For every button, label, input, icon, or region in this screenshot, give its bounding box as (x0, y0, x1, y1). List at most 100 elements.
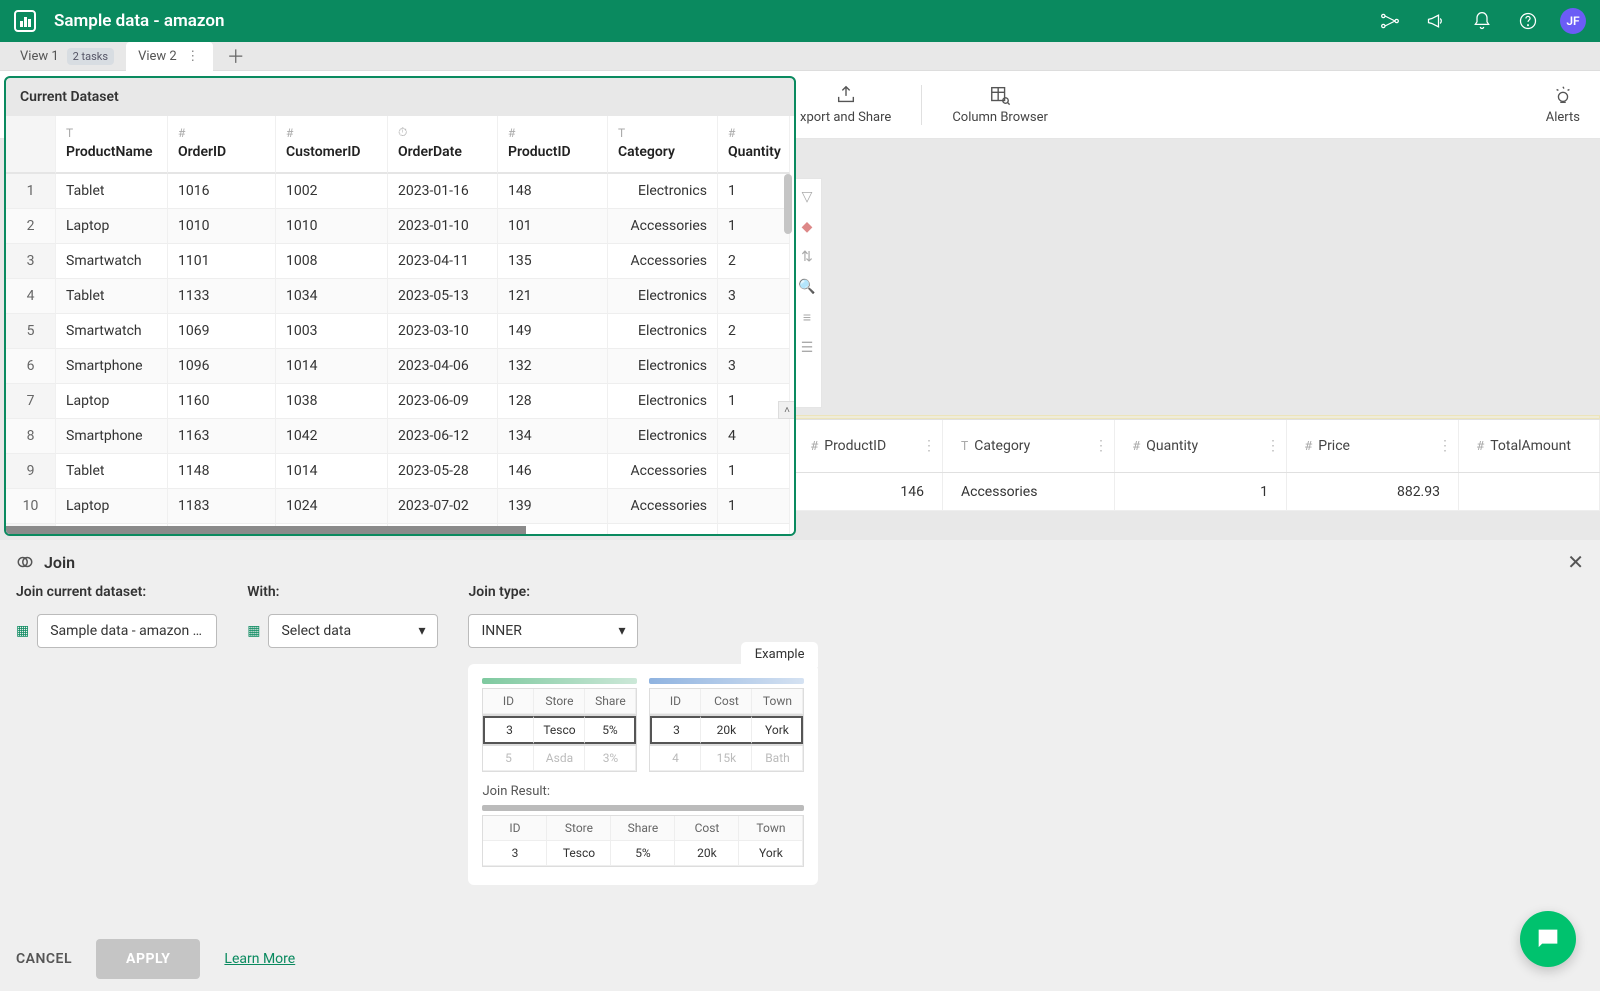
table-cell[interactable]: 101 (498, 209, 608, 244)
table-cell[interactable]: Electronics (608, 419, 718, 454)
kebab-icon[interactable]: ⋮ (1094, 438, 1108, 454)
table-cell[interactable]: 2023-07-02 (388, 489, 498, 524)
table-cell[interactable]: 1096 (168, 349, 276, 384)
column-header[interactable]: TProductName (56, 116, 168, 174)
scrollbar-horizontal[interactable] (6, 526, 526, 534)
table-cell[interactable]: 146 (498, 454, 608, 489)
table-cell[interactable]: 2023-05-13 (388, 279, 498, 314)
table-cell[interactable]: 1133 (168, 279, 276, 314)
column-header[interactable]: #ProductID (498, 116, 608, 174)
table-cell[interactable]: Smartphone (56, 419, 168, 454)
table-cell[interactable]: 132 (498, 349, 608, 384)
table-cell[interactable]: 128 (498, 384, 608, 419)
table-cell[interactable]: 2 (718, 244, 790, 279)
table-cell[interactable]: 1038 (276, 384, 388, 419)
column-header[interactable]: #OrderID (168, 116, 276, 174)
grid-cell[interactable]: 1 (1115, 473, 1287, 510)
megaphone-icon[interactable] (1422, 7, 1450, 35)
filter-icon[interactable]: ▽ (802, 189, 813, 205)
join-type-select[interactable]: INNER▾ (468, 614, 638, 648)
kebab-icon[interactable]: ⋮ (1438, 438, 1452, 454)
table-cell[interactable]: 1002 (276, 174, 388, 209)
column-header[interactable]: TCategory (608, 116, 718, 174)
table-cell[interactable]: 2023-01-10 (388, 209, 498, 244)
table-cell[interactable]: 139 (498, 489, 608, 524)
table-cell[interactable]: 1163 (168, 419, 276, 454)
table-cell[interactable]: 2023-01-16 (388, 174, 498, 209)
scrollbar-vertical[interactable] (784, 174, 792, 234)
col-quantity[interactable]: #Quantity⋮ (1115, 420, 1287, 472)
table-cell[interactable]: Electronics (608, 279, 718, 314)
row-number[interactable]: 4 (6, 279, 56, 314)
close-icon[interactable]: ✕ (1567, 550, 1584, 574)
table-cell[interactable]: 1014 (276, 349, 388, 384)
table-cell[interactable]: 2023-03-10 (388, 314, 498, 349)
logo-icon[interactable] (14, 10, 36, 32)
table-cell[interactable]: 2023-05-28 (388, 454, 498, 489)
table-cell[interactable]: Tablet (56, 279, 168, 314)
table-cell[interactable]: 1016 (168, 174, 276, 209)
row-number[interactable]: 6 (6, 349, 56, 384)
row-number[interactable]: 8 (6, 419, 56, 454)
row-number[interactable]: 1 (6, 174, 56, 209)
table-cell[interactable]: Smartwatch (56, 314, 168, 349)
table-cell[interactable]: 121 (498, 279, 608, 314)
table-cell[interactable]: Smartphone (56, 349, 168, 384)
row-number[interactable]: 9 (6, 454, 56, 489)
table-cell[interactable]: Accessories (608, 209, 718, 244)
export-share-button[interactable]: xport and Share (800, 84, 891, 125)
chevron-up-icon[interactable]: ˄ (778, 401, 796, 419)
column-header[interactable] (6, 116, 56, 174)
col-productid[interactable]: #ProductID⋮ (793, 420, 943, 472)
table-cell[interactable]: 1 (718, 454, 790, 489)
table-cell[interactable]: Laptop (56, 209, 168, 244)
table-cell[interactable]: Laptop (56, 384, 168, 419)
table-cell[interactable]: 1024 (276, 489, 388, 524)
table-cell[interactable]: 148 (498, 174, 608, 209)
table-cell[interactable]: 149 (498, 314, 608, 349)
table-cell[interactable]: 2023-04-11 (388, 244, 498, 279)
table-cell[interactable]: Accessories (608, 454, 718, 489)
row-number[interactable]: 2 (6, 209, 56, 244)
table-cell[interactable]: 1 (718, 489, 790, 524)
kebab-icon[interactable]: ⋮ (922, 438, 936, 454)
sort-icon[interactable]: ⇅ (801, 249, 813, 265)
col-price[interactable]: #Price⋮ (1287, 420, 1459, 472)
table-cell[interactable]: Accessories (608, 489, 718, 524)
help-icon[interactable] (1514, 7, 1542, 35)
table-cell[interactable]: 1148 (168, 454, 276, 489)
table-cell[interactable]: 3 (718, 279, 790, 314)
table-cell[interactable]: 1003 (276, 314, 388, 349)
table-cell[interactable]: 4 (718, 419, 790, 454)
color-icon[interactable]: ◆ (802, 219, 813, 235)
cancel-button[interactable]: CANCEL (16, 951, 72, 967)
table-cell[interactable]: 2023-06-12 (388, 419, 498, 454)
rows-icon[interactable]: ☰ (801, 340, 814, 356)
add-tab-button[interactable]: ＋ (213, 43, 259, 69)
table-cell[interactable]: Tablet (56, 454, 168, 489)
kebab-icon[interactable]: ⋮ (1266, 438, 1280, 454)
table-cell[interactable]: 1042 (276, 419, 388, 454)
table-cell[interactable]: Accessories (608, 244, 718, 279)
flow-icon[interactable] (1376, 7, 1404, 35)
table-cell[interactable]: 2023-06-09 (388, 384, 498, 419)
table-cell[interactable]: 1069 (168, 314, 276, 349)
row-number[interactable]: 10 (6, 489, 56, 524)
table-cell[interactable]: 135 (498, 244, 608, 279)
alerts-button[interactable]: Alerts (1546, 84, 1580, 125)
table-cell[interactable]: 1 (718, 209, 790, 244)
apply-button[interactable]: APPLY (96, 939, 200, 979)
bell-icon[interactable] (1468, 7, 1496, 35)
column-header[interactable]: #CustomerID (276, 116, 388, 174)
with-dataset-select[interactable]: Select data▾ (268, 614, 438, 648)
table-cell[interactable]: Smartwatch (56, 244, 168, 279)
row-number[interactable]: 7 (6, 384, 56, 419)
table-cell[interactable]: 1101 (168, 244, 276, 279)
row-number[interactable]: 3 (6, 244, 56, 279)
table-cell[interactable]: Laptop (56, 489, 168, 524)
table-cell[interactable]: Electronics (608, 384, 718, 419)
column-browser-button[interactable]: Column Browser (952, 84, 1048, 125)
column-header[interactable]: #Quantity (718, 116, 790, 174)
table-cell[interactable]: 1 (718, 174, 790, 209)
table-cell[interactable]: 1183 (168, 489, 276, 524)
